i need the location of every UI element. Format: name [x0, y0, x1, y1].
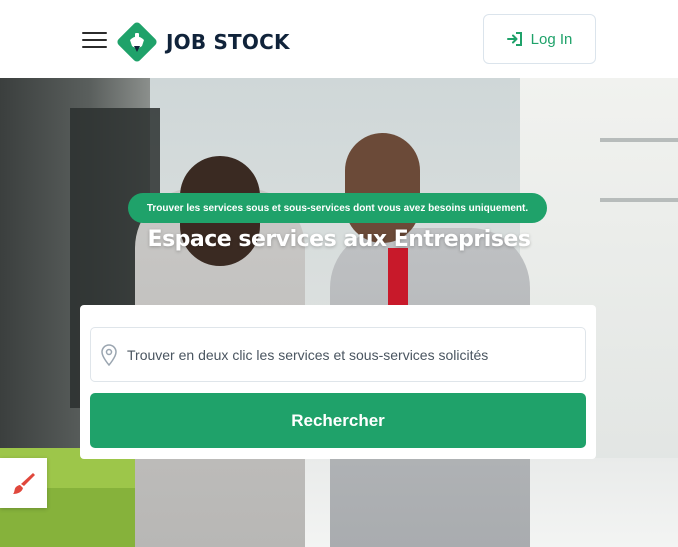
hamburger-icon[interactable]: [82, 30, 107, 50]
customizer-button[interactable]: [0, 458, 47, 508]
search-button[interactable]: Rechercher: [90, 393, 586, 448]
map-pin-icon: [101, 343, 117, 366]
search-field[interactable]: [90, 327, 586, 382]
site-header: JOB STOCK Log In: [0, 0, 678, 78]
site-logo[interactable]: JOB STOCK: [116, 21, 290, 63]
hero-background-rail: [600, 138, 678, 142]
search-input[interactable]: [127, 346, 567, 363]
paint-brush-icon: [12, 473, 35, 494]
job-stock-logo-icon: [117, 22, 157, 62]
hero-photo-tie: [388, 248, 408, 308]
hero-section: Trouver les services sous et sous-servic…: [0, 78, 678, 547]
login-label: Log In: [530, 30, 573, 48]
search-card: Rechercher: [80, 305, 596, 459]
search-button-label: Rechercher: [291, 410, 385, 430]
hero-badge-text: Trouver les services sous et sous-servic…: [146, 202, 529, 214]
hero-title: Espace services aux Entreprises: [147, 227, 531, 252]
login-button[interactable]: Log In: [483, 14, 596, 64]
sign-in-icon: [506, 32, 522, 46]
hero-badge: Trouver les services sous et sous-servic…: [128, 193, 547, 223]
hero-background-rail: [600, 198, 678, 202]
logo-text: JOB STOCK: [166, 30, 290, 54]
